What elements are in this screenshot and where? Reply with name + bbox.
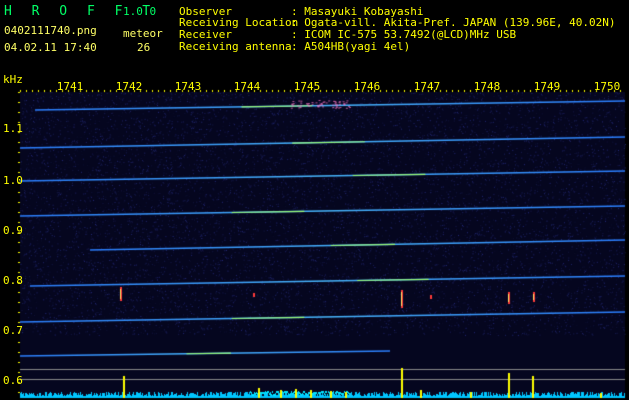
x-tick-label: 1748 <box>473 80 501 93</box>
x-tick-label: 1743 <box>174 80 202 93</box>
x-tick-label: 1742 <box>115 80 143 93</box>
y-axis-unit: kHz <box>3 73 23 86</box>
y-tick-label: 1.1 <box>3 122 23 135</box>
y-tick-label: 0.7 <box>3 324 23 337</box>
receiver-key: Receiver <box>179 28 232 41</box>
x-tick-label: 1744 <box>233 80 261 93</box>
x-tick-label: 1749 <box>533 80 561 93</box>
y-tick-label: 1.0 <box>3 174 23 187</box>
location-key: Receiving Location <box>179 16 299 29</box>
y-tick-label: 0.8 <box>3 274 23 287</box>
x-tick-label: 1750 <box>593 80 621 93</box>
x-tick-label: 1746 <box>353 80 381 93</box>
antenna-value: : A504HB(yagi 4el) <box>291 40 411 53</box>
x-tick-label: 1747 <box>413 80 441 93</box>
spectrogram <box>0 0 629 400</box>
x-tick-label: 1745 <box>293 80 321 93</box>
meteor-label: meteor <box>123 27 163 40</box>
y-tick-label: 0.6 <box>3 374 23 387</box>
y-tick-label: 0.9 <box>3 224 23 237</box>
receiver-value: : ICOM IC-575 53.7492(@LCD)MHz USB <box>291 28 517 41</box>
app-version: 1.0.0 <box>123 5 157 18</box>
x-tick-label: 1741 <box>56 80 84 93</box>
antenna-key: Receiving antenna <box>179 40 292 53</box>
meteor-count: 26 <box>137 41 151 54</box>
file-datetime: 04.02.11 17:40 <box>4 41 97 54</box>
file-name: 0402111740.png <box>4 24 97 37</box>
location-value: : Ogata-vill. Akita-Pref. JAPAN (139.96E… <box>291 16 616 29</box>
